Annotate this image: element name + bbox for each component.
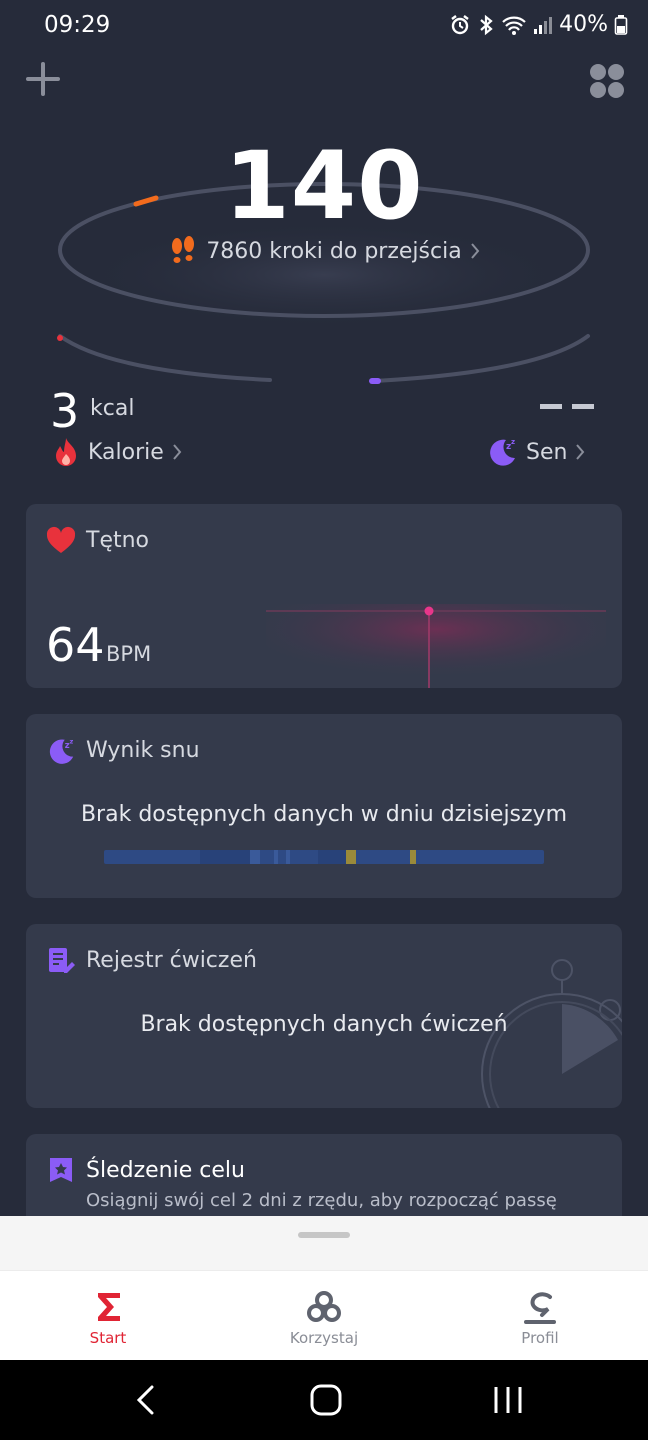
sheet-drag-handle[interactable] — [298, 1232, 350, 1238]
home-icon[interactable] — [308, 1382, 344, 1418]
nav-korzystaj-label: Korzystaj — [289, 1329, 359, 1347]
plus-icon — [26, 62, 60, 96]
moon-icon: zz — [49, 738, 73, 764]
sigma-icon — [98, 1293, 120, 1321]
status-icons: 40% — [449, 12, 628, 37]
exercise-log-card[interactable]: Rejestr ćwiczeń Brak dostępnych danych ć… — [26, 924, 622, 1108]
sleep-score-card[interactable]: zz Wynik snu Brak dostępnych danych w dn… — [26, 714, 622, 898]
system-navigation-bar — [0, 1360, 648, 1440]
battery-percent: 40% — [559, 12, 608, 37]
sleep-score-title: Wynik snu — [86, 738, 200, 763]
heart-rate-unit: BPM — [106, 642, 152, 666]
badge-star-icon — [50, 1158, 72, 1182]
moon-icon: zz — [490, 438, 515, 466]
exercise-empty-message: Brak dostępnych danych ćwiczeń — [140, 1012, 508, 1037]
sleep-empty-message: Brak dostępnych danych w dniu dzisiejszy… — [80, 802, 568, 827]
footsteps-icon — [172, 236, 195, 263]
calories-unit: kcal — [90, 396, 135, 421]
sleep-stages-bar — [104, 850, 544, 864]
bottom-sheet[interactable] — [0, 1216, 648, 1272]
svg-text:z: z — [511, 438, 515, 446]
nav-profil[interactable]: Profil — [432, 1271, 648, 1361]
chevron-right-icon — [173, 444, 182, 460]
sleep-label: Sen — [526, 439, 568, 465]
goal-tracking-title: Śledzenie celu — [86, 1158, 245, 1183]
heart-rate-card[interactable]: Tętno 64 BPM — [26, 504, 622, 688]
steps-remaining-text: 7860 kroki do przejścia — [206, 238, 462, 264]
knot-icon — [307, 1291, 341, 1322]
svg-text:z: z — [69, 738, 73, 746]
wifi-icon — [502, 16, 526, 35]
flame-icon — [56, 438, 76, 466]
grid-icon — [590, 64, 624, 98]
chevron-right-icon — [470, 243, 480, 259]
signal-icon — [534, 16, 553, 34]
back-icon[interactable] — [132, 1384, 160, 1416]
nav-start-label: Start — [89, 1329, 127, 1347]
chevron-right-icon — [576, 444, 585, 460]
nav-start[interactable]: Start — [0, 1271, 216, 1361]
heart-rate-value: 64 — [46, 618, 105, 672]
goal-tracking-description: Osiągnij swój cel 2 dni z rzędu, aby roz… — [86, 1190, 557, 1211]
steps-count: 140 — [224, 132, 424, 241]
nav-profil-label: Profil — [521, 1329, 559, 1347]
bluetooth-icon — [480, 14, 493, 35]
add-button[interactable] — [24, 60, 62, 98]
calories-value: 3 — [50, 384, 80, 438]
sleep-link[interactable]: zz Sen — [486, 436, 585, 468]
battery-icon — [614, 14, 628, 35]
heart-icon — [46, 526, 76, 553]
document-pen-icon — [49, 948, 75, 973]
widgets-button[interactable] — [586, 60, 628, 102]
sleep-value-dashes — [540, 404, 594, 409]
steps-remaining-link[interactable]: 7860 kroki do przejścia — [0, 236, 648, 266]
status-bar: 09:29 40% — [0, 0, 648, 56]
calories-label: Kalorie — [88, 439, 164, 465]
alarm-icon — [451, 14, 469, 34]
calories-link[interactable]: Kalorie — [52, 436, 182, 468]
recent-apps-icon[interactable] — [490, 1384, 526, 1416]
heart-rate-title: Tętno — [86, 528, 150, 553]
bottom-navigation: Start Korzystaj Profil — [0, 1270, 648, 1361]
profile-icon — [524, 1292, 556, 1324]
status-time: 09:29 — [44, 12, 111, 38]
exercise-log-title: Rejestr ćwiczeń — [86, 948, 257, 973]
heart-rate-graph — [266, 604, 606, 688]
nav-korzystaj[interactable]: Korzystaj — [216, 1271, 432, 1361]
